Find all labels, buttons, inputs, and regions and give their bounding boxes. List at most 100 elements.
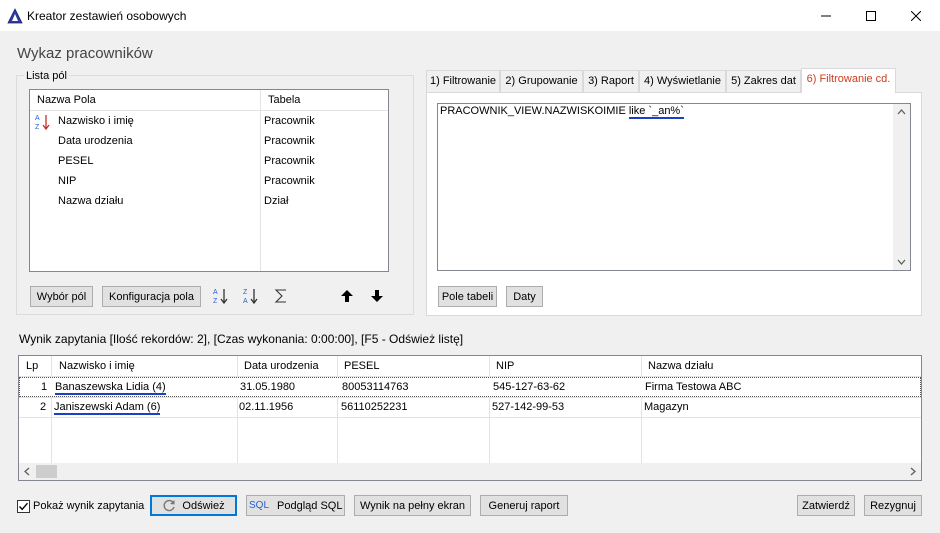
minimize-button[interactable] [803,0,849,31]
grid-header-name[interactable]: Nazwisko i imię [59,356,135,377]
horizontal-scrollbar[interactable] [19,463,921,480]
show-result-label: Pokaż wynik zapytania [33,500,145,512]
app-logo-icon [7,8,23,24]
move-down-button[interactable] [367,286,387,306]
row-department: Firma Testowa ABC [645,381,742,393]
grid-header-birthdate[interactable]: Data urodzenia [244,356,319,377]
cancel-button[interactable]: Rezygnuj [864,495,922,516]
grid-header-department[interactable]: Nazwa działu [648,356,713,377]
row-lp: 1 [41,381,48,393]
close-button[interactable] [893,0,939,31]
field-config-button[interactable]: Konfiguracja pola [102,286,201,307]
field-list[interactable]: Nazwa Pola Tabela A Z Nazwisko i imię Pr… [29,89,389,272]
arrow-up-icon [341,290,353,302]
field-table: Pracownik [264,115,315,127]
grid-header-pesel[interactable]: PESEL [344,356,379,377]
scrollbar-thumb[interactable] [36,465,57,478]
tab-filtering-cont[interactable]: 6) Filtrowanie cd. [801,68,896,93]
row-name: Janiszewski Adam (6) [54,398,161,417]
field-table: Dział [264,195,289,207]
refresh-label: Odśwież [182,499,225,512]
field-table: Pracownik [264,155,315,167]
tab-filtering[interactable]: 1) Filtrowanie [426,70,500,92]
generate-report-button[interactable]: Generuj raport [480,495,568,516]
filter-sql-text: PRACOWNIK_VIEW.NAZWISKOIMIE like `_an%` [440,105,684,119]
sql-preview-label: Podgląd SQL [277,499,343,512]
sort-descending-button[interactable]: Z A [241,286,261,306]
scroll-left-icon[interactable] [24,467,30,476]
tab-date-range[interactable]: 5) Zakres dat [726,70,801,92]
row-pesel: 80053114763 [342,381,409,393]
scroll-right-icon[interactable] [910,467,916,476]
refresh-icon [163,499,176,511]
field-name: Nazwisko i imię [58,115,134,127]
svg-text:Z: Z [213,298,218,305]
tab-grouping[interactable]: 2) Grupowanie [500,70,583,92]
grid-header-lp[interactable]: Lp [26,356,38,377]
field-list-header-table[interactable]: Tabela [268,90,300,110]
table-row[interactable]: 2 Janiszewski Adam (6) 02.11.1956 561102… [19,398,921,418]
field-row[interactable]: Nazwa działu Dział [30,191,388,211]
svg-text:A: A [213,289,218,296]
svg-text:Z: Z [243,289,248,296]
fullscreen-result-button[interactable]: Wynik na pełny ekran [354,495,471,516]
checkbox-box[interactable] [17,500,30,513]
sum-button[interactable] [271,286,291,306]
row-name-text: Banaszewska Lidia (4) [55,381,166,395]
close-icon [911,10,921,21]
field-row[interactable]: Nazwisko i imię Pracownik [30,111,388,131]
field-row[interactable]: NIP Pracownik [30,171,388,191]
row-nip: 545-127-63-62 [493,381,566,393]
scroll-up-icon[interactable] [897,109,906,115]
row-birthdate: 02.11.1956 [239,401,294,413]
window-title: Kreator zestawień osobowych [27,9,187,23]
field-table: Pracownik [264,135,315,147]
field-row[interactable]: Data urodzenia Pracownik [30,131,388,151]
row-divider [19,417,921,418]
checkmark-icon [18,502,29,511]
result-grid[interactable]: Lp Nazwisko i imię Data urodzenia PESEL … [18,355,922,481]
row-department: Magazyn [644,401,689,413]
tab-report[interactable]: 3) Raport [583,70,639,92]
sort-az-icon: A Z [213,289,228,305]
svg-text:A: A [243,298,248,305]
sql-preview-button[interactable]: SQL Podgląd SQL [246,495,345,516]
row-name: Banaszewska Lidia (4) [55,378,166,397]
filter-sql-condition: like `_an%` [628,105,684,119]
result-summary: Wynik zapytania [Ilość rekordów: 2], [Cz… [19,332,464,346]
field-list-header-name[interactable]: Nazwa Pola [37,90,96,110]
tab-display[interactable]: 4) Wyświetlanie [639,70,726,92]
filter-sql-textarea[interactable]: PRACOWNIK_VIEW.NAZWISKOIMIE like `_an%` [437,103,911,271]
field-name: NIP [58,175,77,187]
field-list-group-label: Lista pól [24,70,69,82]
maximize-icon [866,10,876,21]
title-bar: Kreator zestawień osobowych [0,0,940,31]
field-name: Nazwa działu [58,195,124,207]
page-title: Wykaz pracowników [17,45,153,62]
sql-icon: SQL [249,500,270,511]
field-name: PESEL [58,155,94,167]
field-table: Pracownik [264,175,315,187]
confirm-button[interactable]: Zatwierdź [797,495,855,516]
dates-button[interactable]: Daty [506,286,543,307]
refresh-button[interactable]: Odśwież [150,495,237,516]
field-row[interactable]: PESEL Pracownik [30,151,388,171]
grid-header-nip[interactable]: NIP [496,356,514,377]
arrow-down-icon [371,290,383,302]
row-lp: 2 [40,401,47,413]
table-row[interactable]: 1 Banaszewska Lidia (4) 31.05.1980 80053… [19,377,921,397]
sigma-icon [274,289,286,303]
maximize-button[interactable] [848,0,894,31]
sort-ascending-button[interactable]: A Z [211,286,231,306]
row-birthdate: 31.05.1980 [240,381,296,393]
select-fields-button[interactable]: Wybór pól [30,286,93,307]
show-result-checkbox[interactable]: Pokaż wynik zapytania [17,499,147,515]
scroll-down-icon[interactable] [897,259,906,265]
row-nip: 527-142-99-53 [492,401,565,413]
move-up-button[interactable] [337,286,357,306]
field-name: Data urodzenia [58,135,133,147]
table-field-button[interactable]: Pole tabeli [438,286,497,307]
vertical-scrollbar[interactable] [893,104,910,270]
sort-za-icon: Z A [243,289,258,305]
filter-sql-field: PRACOWNIK_VIEW.NAZWISKOIMIE [440,105,626,117]
